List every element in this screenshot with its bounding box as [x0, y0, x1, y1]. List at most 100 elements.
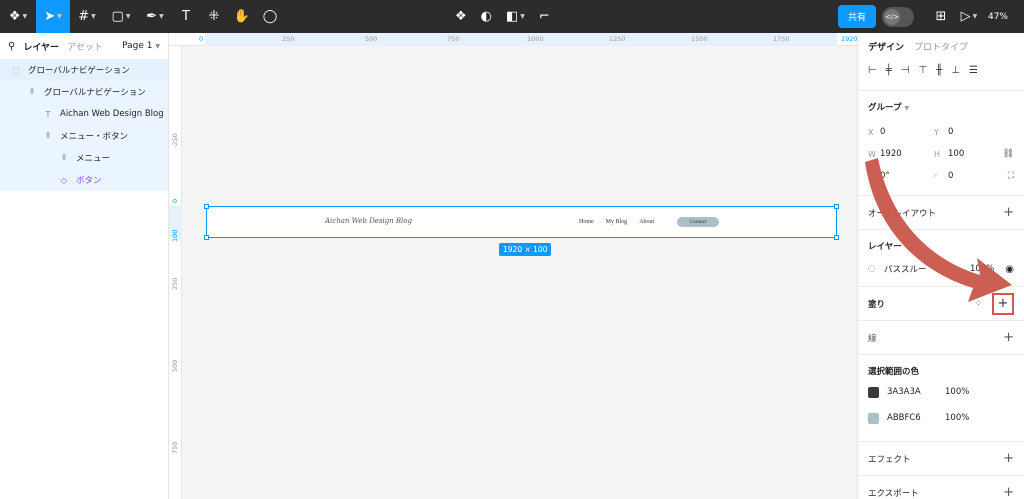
site-logo[interactable]: Aichan Web Design Blog: [325, 217, 412, 225]
book-icon: ⊞: [935, 9, 947, 24]
add-auto-layout-button[interactable]: +: [1003, 205, 1014, 220]
text-tool-button[interactable]: T: [172, 0, 200, 33]
layer-label: メニュー・ボタン: [60, 132, 129, 142]
layer-item[interactable]: ⦀ グローバルナビゲーション: [0, 81, 168, 103]
shape-tool-button[interactable]: ▢ ▼: [104, 0, 138, 33]
resize-handle[interactable]: [204, 204, 209, 209]
effects-title: エフェクト: [868, 454, 911, 465]
align-left-icon[interactable]: ⊢: [868, 65, 877, 76]
align-bottom-icon[interactable]: ⊥: [951, 65, 960, 76]
page-selector[interactable]: Page 1 ▼: [122, 41, 160, 51]
export-title: エクスポート: [868, 488, 919, 499]
share-button[interactable]: 共有: [837, 5, 876, 28]
blend-mode-icon: ◌: [868, 264, 876, 274]
x-label: X: [868, 127, 874, 137]
tab-layers[interactable]: レイヤー: [23, 40, 59, 53]
layer-item[interactable]: ⦀ メニュー・ボタン: [0, 125, 168, 147]
color-hex[interactable]: 3A3A3A: [887, 387, 945, 397]
nav-my-blog[interactable]: My Blog: [606, 219, 628, 225]
zoom-level[interactable]: 47%: [988, 12, 1008, 22]
move-tool-button[interactable]: ➤ ▼: [36, 0, 70, 33]
cursor-icon: ➤: [44, 9, 56, 24]
x-input[interactable]: 0: [880, 127, 934, 137]
align-center-v-icon[interactable]: ╫: [936, 65, 942, 76]
independent-corners-icon[interactable]: ⛶: [1008, 171, 1014, 181]
nav-home[interactable]: Home: [579, 219, 594, 225]
layers-panel-tabs: ⚲ レイヤー アセット Page 1 ▼: [0, 33, 168, 59]
constrain-proportions-icon[interactable]: ⛓: [1003, 149, 1014, 159]
dev-mode-icon: </>: [883, 8, 900, 25]
align-center-h-icon[interactable]: ╪: [886, 65, 892, 76]
dev-mode-toggle[interactable]: </>: [881, 6, 914, 27]
w-label: W: [868, 149, 876, 159]
tab-assets[interactable]: アセット: [67, 40, 103, 53]
resize-handle[interactable]: [834, 204, 839, 209]
rotation-icon: ∟: [868, 171, 875, 181]
mask-button[interactable]: ◐: [481, 0, 492, 33]
present-button[interactable]: ▷ ▼: [954, 0, 984, 33]
global-nav-frame[interactable]: Aichan Web Design Blog Home My Blog Abou…: [204, 204, 839, 240]
group-properties: X 0 Y 0 W 1920 H 100 ⛓ ∟ 0° ◜ 0 ⛶: [858, 113, 1024, 187]
eye-icon[interactable]: ◉: [1005, 264, 1014, 275]
layer-label: Aichan Web Design Blog: [60, 109, 164, 119]
height-input[interactable]: 100: [948, 149, 988, 159]
color-hex[interactable]: ABBFC6: [887, 413, 945, 423]
pen-tool-button[interactable]: ✒ ▼: [138, 0, 172, 33]
align-top-icon[interactable]: ⊤: [918, 65, 927, 76]
group-section-title[interactable]: グループ ▼: [858, 91, 1024, 113]
layer-item[interactable]: ⦀ メニュー: [0, 147, 168, 169]
ruler-tick: 1000: [527, 35, 544, 43]
export-section: エクスポート +: [858, 475, 1024, 499]
color-swatch[interactable]: [868, 386, 879, 398]
add-effect-button[interactable]: +: [1003, 451, 1014, 466]
crop-button[interactable]: ⌐: [539, 0, 550, 33]
tab-design[interactable]: デザイン: [868, 40, 904, 53]
comment-tool-button[interactable]: ◯: [256, 0, 284, 33]
layer-item[interactable]: T Aichan Web Design Blog: [0, 103, 168, 125]
opacity-input[interactable]: 100%: [970, 264, 1000, 274]
color-row[interactable]: 3A3A3A 100%: [868, 381, 1014, 403]
library-button[interactable]: ⊞: [928, 0, 954, 33]
ruler-tick: 250: [282, 35, 295, 43]
blend-mode-select[interactable]: パススルー: [884, 263, 970, 275]
ruler-tick: 250: [171, 277, 179, 290]
y-input[interactable]: 0: [948, 127, 1002, 137]
radius-input[interactable]: 0: [948, 171, 988, 181]
resources-button[interactable]: ⁜: [200, 0, 228, 33]
canvas[interactable]: 0 250 500 750 1000 1250 1500 1750 1920 -…: [169, 33, 857, 499]
rotation-input[interactable]: 0°: [880, 171, 934, 181]
color-opacity[interactable]: 100%: [945, 413, 969, 423]
pen-icon: ✒: [146, 9, 158, 24]
layer-item[interactable]: ⬚ グローバルナビゲーション: [0, 59, 168, 81]
add-stroke-button[interactable]: +: [1003, 330, 1014, 345]
color-swatch[interactable]: [868, 412, 879, 424]
width-input[interactable]: 1920: [880, 149, 934, 159]
ruler-top: 0 250 500 750 1000 1250 1500 1750 1920: [169, 33, 857, 46]
contact-button[interactable]: Contact: [677, 217, 719, 227]
fill-title: 塗り: [868, 299, 886, 310]
nav-about[interactable]: About: [639, 219, 654, 225]
style-icon[interactable]: ⁘: [975, 299, 982, 309]
layer-label: グローバルナビゲーション: [44, 88, 146, 98]
align-right-icon[interactable]: ⊣: [901, 65, 910, 76]
hand-tool-button[interactable]: ✋: [228, 0, 256, 33]
boolean-icon: ◧: [506, 9, 519, 24]
effects-section: エフェクト +: [858, 441, 1024, 475]
tab-prototype[interactable]: プロトタイプ: [914, 40, 968, 53]
selection-colors-title: 選択範囲の色: [868, 367, 920, 377]
create-component-button[interactable]: ❖: [455, 0, 467, 33]
auto-layout-title: オートレイアウト: [868, 208, 937, 219]
resize-handle[interactable]: [834, 235, 839, 240]
resize-handle[interactable]: [204, 235, 209, 240]
color-opacity[interactable]: 100%: [945, 387, 969, 397]
distribute-icon[interactable]: ☰: [969, 65, 978, 76]
add-fill-button[interactable]: +: [992, 292, 1014, 315]
color-row[interactable]: ABBFC6 100%: [868, 407, 1014, 429]
layer-item[interactable]: ◇ ボタン: [0, 169, 168, 191]
frame-tool-button[interactable]: # ▼: [70, 0, 104, 33]
ruler-left: -250 0 100 250 500 750: [169, 46, 182, 499]
boolean-button[interactable]: ◧ ▼: [506, 0, 525, 33]
search-icon[interactable]: ⚲: [8, 41, 15, 52]
add-export-button[interactable]: +: [1003, 485, 1014, 499]
main-menu-button[interactable]: ❖ ▼: [0, 0, 36, 33]
